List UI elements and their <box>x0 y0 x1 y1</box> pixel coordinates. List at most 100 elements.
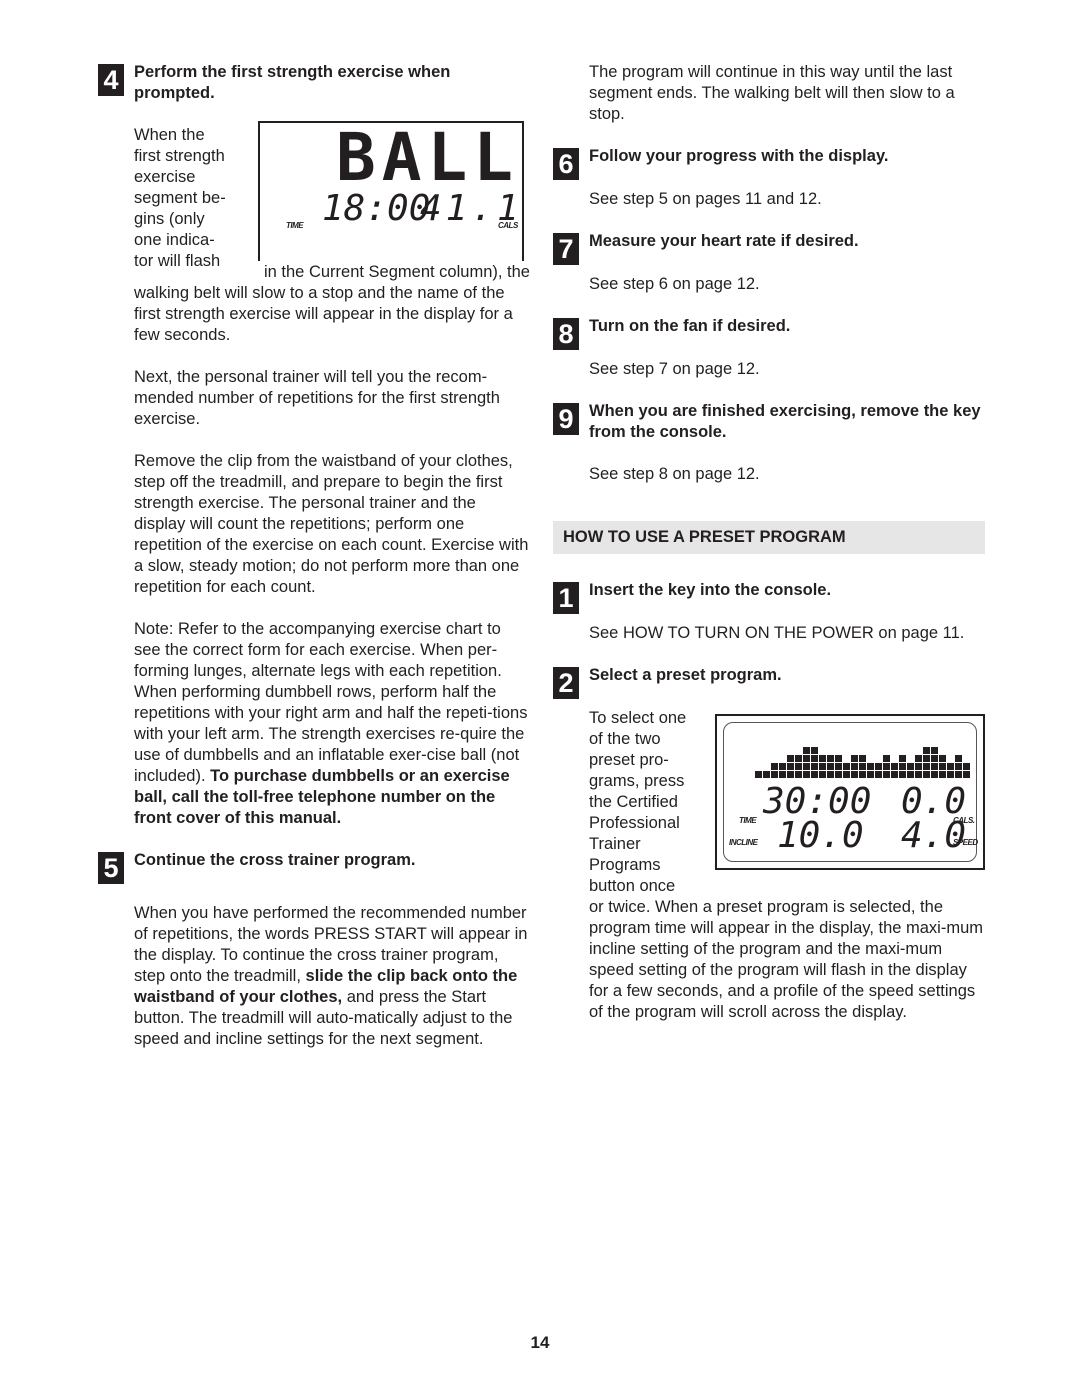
preset-display-illustration: TIME 30:00 0.0 CALS. INCLINE 10.0 4.0 SP… <box>715 714 985 870</box>
step-text: See step 8 on page 12. <box>589 465 760 483</box>
profile-cell <box>859 755 866 762</box>
profile-cell <box>923 755 930 762</box>
cals-label: CALS <box>498 221 518 230</box>
profile-cell <box>883 763 890 770</box>
step-number: 1 <box>553 582 579 614</box>
step-heading: Perform the first strength exercise when… <box>134 63 451 102</box>
profile-cell <box>763 771 770 778</box>
incline-label: INCLINE <box>729 838 758 847</box>
profile-cell <box>955 771 962 778</box>
profile-cell <box>843 763 850 770</box>
text-line: tor will flash <box>134 252 221 270</box>
profile-cell <box>875 763 882 770</box>
profile-cell <box>923 771 930 778</box>
step-number: 5 <box>98 852 124 884</box>
profile-cell <box>779 763 786 770</box>
step-number: 9 <box>553 403 579 435</box>
step-5: 5 Continue the cross trainer program. <box>98 850 530 884</box>
profile-cell <box>883 771 890 778</box>
profile-bar <box>843 763 850 778</box>
page-number: 14 <box>530 1333 550 1352</box>
step-heading: Select a preset program. <box>589 666 782 684</box>
profile-cell <box>915 763 922 770</box>
intro-rest: in the Current Segment column), the walk… <box>134 263 530 344</box>
profile-bar <box>851 755 858 778</box>
text-line: preset pro- <box>589 751 669 769</box>
profile-cell <box>899 755 906 762</box>
profile-cell <box>787 763 794 770</box>
profile-bar <box>939 755 946 778</box>
profile-bar <box>891 763 898 778</box>
profile-cell <box>915 755 922 762</box>
text-line: grams, press <box>589 772 685 790</box>
profile-cell <box>843 771 850 778</box>
profile-cell <box>963 763 970 770</box>
time-value: 18:00 <box>322 188 431 229</box>
text-line: Trainer <box>589 835 641 853</box>
profile-bar <box>947 763 954 778</box>
section-heading: HOW TO USE A PRESET PROGRAM <box>553 521 985 554</box>
profile-bar <box>867 763 874 778</box>
profile-cell <box>787 771 794 778</box>
right-column: The program will continue in this way un… <box>553 62 985 1023</box>
step-7: 7 Measure your heart rate if desired. <box>553 231 985 265</box>
profile-bar <box>787 755 794 778</box>
profile-cell <box>931 771 938 778</box>
step-text: See step 5 on pages 11 and 12. <box>589 190 822 208</box>
profile-bar <box>803 747 810 778</box>
profile-cell <box>931 747 938 754</box>
profile-bar <box>819 755 826 778</box>
profile-cell <box>931 763 938 770</box>
profile-cell <box>771 771 778 778</box>
profile-cell <box>827 763 834 770</box>
profile-bar <box>955 755 962 778</box>
profile-cell <box>915 771 922 778</box>
profile-bar <box>811 747 818 778</box>
text-line: To select one <box>589 709 687 727</box>
text-line: segment be- <box>134 189 226 207</box>
profile-cell <box>955 755 962 762</box>
intro-text: When the first strength exercise segment be… <box>134 125 258 272</box>
profile-bar <box>835 755 842 778</box>
step-9: 9 When you are finished exercising, remo… <box>553 401 985 443</box>
profile-cell <box>859 763 866 770</box>
step-heading: Insert the key into the console. <box>589 581 832 599</box>
profile-cell <box>811 771 818 778</box>
profile-cell <box>755 771 762 778</box>
profile-bar <box>915 755 922 778</box>
left-column: 4 Perform the first strength exercise wh… <box>98 62 530 1050</box>
step-number: 2 <box>553 667 579 699</box>
profile-cell <box>827 771 834 778</box>
paragraph: Note: Refer to the accompanying exercise… <box>134 620 528 827</box>
profile-bar <box>795 755 802 778</box>
step-number: 6 <box>553 148 579 180</box>
profile-cell <box>891 763 898 770</box>
text-line: one indica- <box>134 231 215 249</box>
paragraph: or twice. When a preset program is selec… <box>589 898 984 1021</box>
profile-cell <box>819 755 826 762</box>
text-line: of the two <box>589 730 661 748</box>
step-4-body: When the first strength exercise segment be… <box>134 121 530 829</box>
time-label: TIME <box>286 221 304 230</box>
profile-cell <box>803 755 810 762</box>
profile-cell <box>851 755 858 762</box>
step-heading: When you are finished exercising, remove… <box>589 402 981 441</box>
profile-cell <box>891 771 898 778</box>
preset-step-2: 2 Select a preset program. <box>553 665 985 699</box>
profile-cell <box>811 747 818 754</box>
profile-cell <box>955 763 962 770</box>
profile-cell <box>811 755 818 762</box>
paragraph: Remove the clip from the waistband of yo… <box>134 452 529 596</box>
profile-cell <box>875 771 882 778</box>
profile-cell <box>867 771 874 778</box>
profile-cell <box>947 771 954 778</box>
profile-cell <box>859 771 866 778</box>
text-line: When the <box>134 126 205 144</box>
profile-cell <box>803 771 810 778</box>
step-text: See HOW TO TURN ON THE POWER on page 11. <box>589 624 965 642</box>
profile-cell <box>795 763 802 770</box>
profile-cell <box>835 755 842 762</box>
profile-bar <box>771 763 778 778</box>
profile-cell <box>819 763 826 770</box>
paragraph: Next, the personal trainer will tell you… <box>134 368 500 428</box>
